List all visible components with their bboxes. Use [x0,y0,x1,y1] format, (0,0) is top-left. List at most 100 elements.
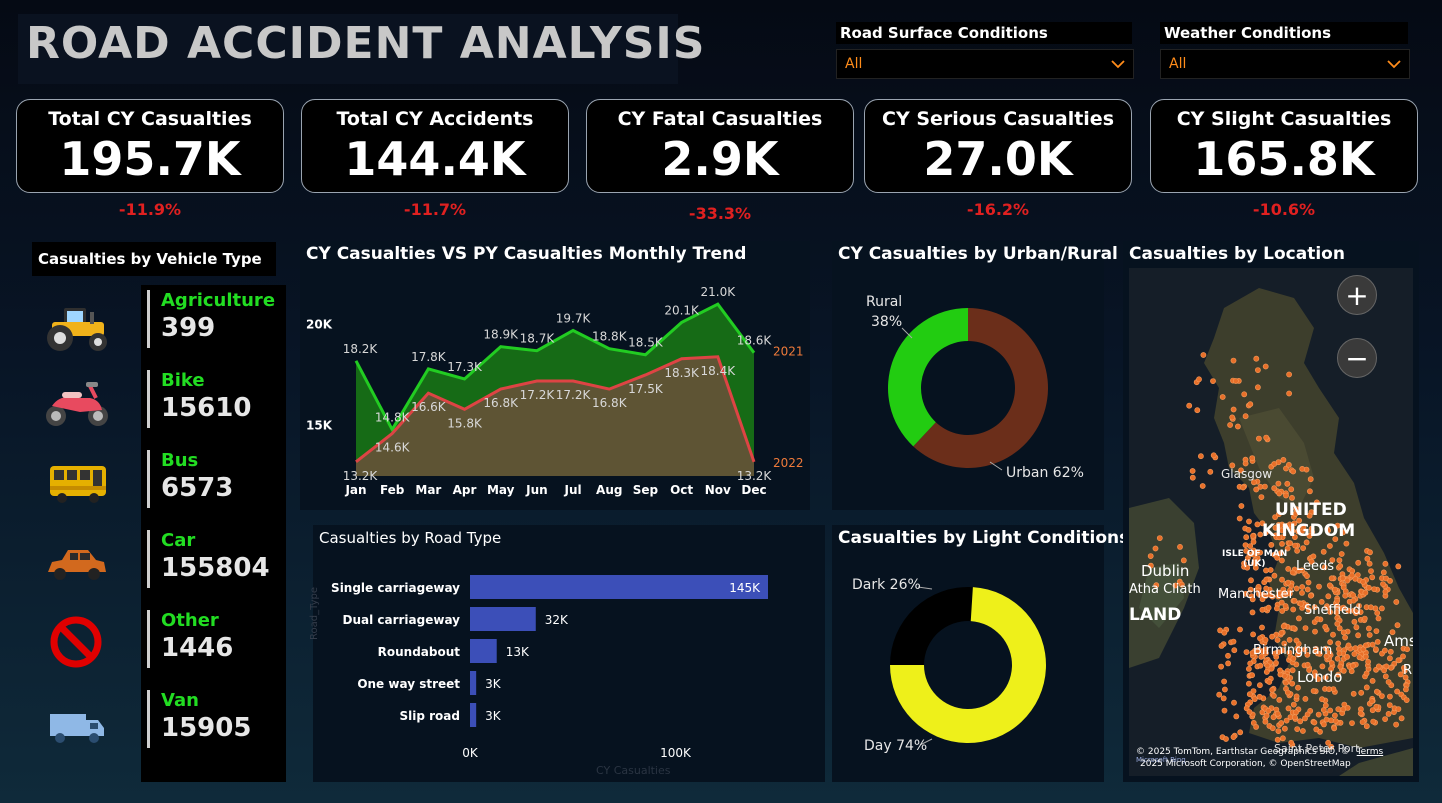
map-label-iom: ISLE OF MAN [1222,549,1287,559]
accident-dot [1262,363,1269,370]
kpi-label: CY Fatal Casualties [617,108,823,130]
zoom-out-button[interactable]: − [1337,338,1377,378]
y-tick-label: 20K [306,317,333,331]
accident-dot [1386,693,1393,700]
accident-dot [1289,569,1296,576]
road-type-bar [470,575,768,599]
accident-dot [1230,406,1237,413]
accident-dot [1147,553,1154,559]
accident-dot [1250,688,1257,694]
accident-dot [1293,709,1299,716]
road-surface-dropdown[interactable]: All [836,49,1134,79]
road-type-bar [470,671,477,695]
accident-dot [1251,696,1258,702]
urban-rural-title: CY Casualties by Urban/Rural [838,244,1118,264]
x-tick-label: Sep [633,483,659,497]
accident-dot [1299,465,1306,472]
road-type-category: Roundabout [378,645,461,659]
accident-dot [1331,725,1338,732]
vehicle-name: Other [161,610,219,631]
py-data-label: 18.3K [664,366,700,380]
road-type-title: Casualties by Road Type [319,529,502,547]
accident-dot [1307,476,1314,483]
chevron-down-icon [1111,59,1125,68]
accident-dot [1398,715,1405,722]
cy-data-label: 19.7K [556,311,592,325]
accident-dot [1265,604,1272,611]
accident-dot [1230,734,1237,740]
accident-dot [1338,551,1345,557]
vehicle-value: 6573 [161,473,234,503]
accident-dot [1200,352,1207,358]
py-data-label: 18.4K [701,364,737,378]
accident-dot [1231,699,1237,706]
road-type-value-label: 145K [729,581,761,595]
cy-data-label: 18.5K [628,336,664,350]
cy-data-label: 20.1K [664,303,700,317]
accident-dot [1294,547,1300,554]
accident-dot [1271,461,1278,467]
accident-dot [1280,623,1287,630]
tractor-icon [47,308,107,351]
accident-dot [1289,667,1296,674]
accident-dot [1271,485,1278,492]
accident-dot [1373,688,1380,695]
accident-dot [1322,623,1329,630]
rural-label: Rural [866,294,903,310]
accident-dot [1246,709,1253,715]
accident-dot [1350,592,1356,599]
accident-dot [1331,712,1338,719]
terms-link[interactable]: Terms [1357,747,1384,757]
cy-data-label: 17.8K [411,350,447,364]
accident-dot [1370,718,1377,725]
accident-dot [1269,633,1275,640]
accident-dot [1286,390,1292,397]
kpi-label: CY Serious Casualties [882,108,1114,130]
accident-dot [1230,357,1237,364]
accident-dot [1322,702,1329,709]
accident-dot [1369,677,1376,684]
accident-dot [1231,647,1238,654]
map-label-ams: Ams [1384,632,1413,650]
road-type-bar [470,703,477,727]
cy-data-label: 18.6K [737,334,773,348]
accident-dot [1342,588,1349,595]
accident-dot [1240,484,1246,491]
accident-dot [1326,582,1333,589]
accident-dot [1335,706,1342,713]
accident-dot [1312,628,1318,635]
accident-dot [1232,378,1239,384]
accident-dot [1362,589,1369,596]
cy-data-label: 14.8K [375,411,411,425]
accident-dot [1290,625,1297,632]
vehicle-item-other: Other 1446 [147,610,277,668]
accident-dot [1330,631,1336,638]
road-type-category: One way street [357,677,460,691]
vehicle-name: Car [161,530,196,551]
accident-dot [1237,626,1243,633]
accident-dot [1196,376,1202,383]
weather-dropdown[interactable]: All [1160,49,1410,79]
accident-dot [1304,586,1311,593]
accident-dot [1367,604,1374,611]
zoom-in-button[interactable]: + [1337,275,1377,315]
cy-data-label: 21.0K [701,285,737,299]
accident-dot [1270,692,1277,699]
accident-dot [1284,480,1291,487]
accident-dot [1365,658,1371,665]
accident-dot [1362,642,1369,649]
accident-dot [1284,689,1291,696]
accident-dot [1386,702,1393,708]
accident-dot [1385,679,1392,685]
accident-dot [1268,665,1275,672]
accident-dot [1332,586,1338,593]
accident-dot [1254,521,1261,528]
accident-dot [1276,696,1283,703]
accident-dot [1313,726,1320,733]
accident-dot [1334,620,1341,627]
van-icon [50,714,104,743]
accident-dot [1402,686,1409,693]
py-data-label: 14.6K [375,441,411,455]
accident-dot [1375,663,1382,670]
accident-dot [1270,714,1277,721]
